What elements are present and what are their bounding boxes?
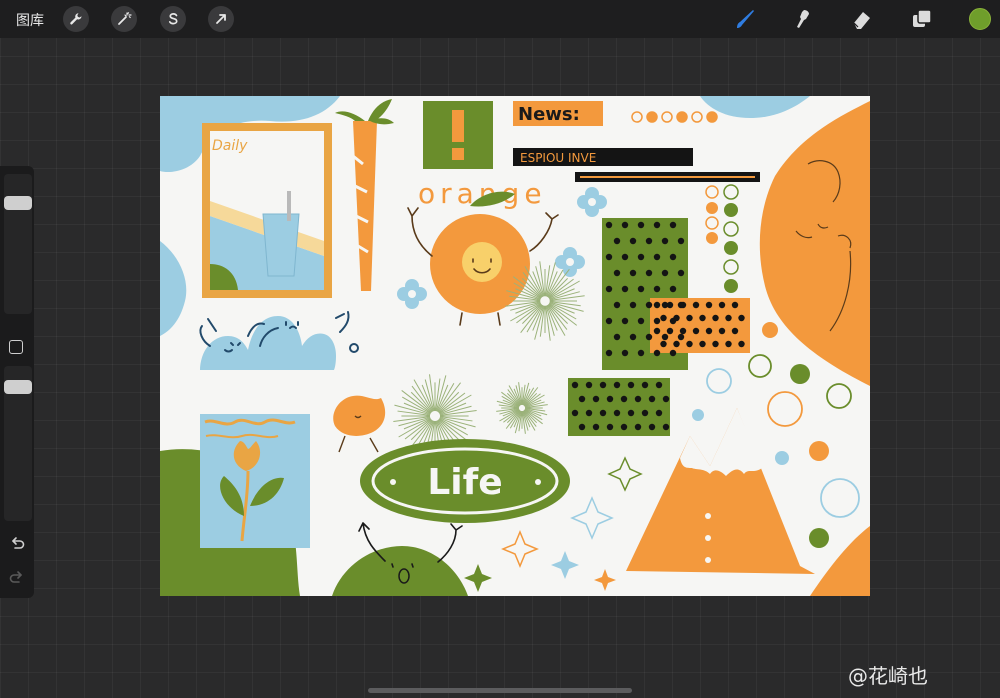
magic-wand-icon[interactable] xyxy=(111,6,137,32)
top-toolbar: 图库 xyxy=(0,0,1000,38)
orange-blob-right xyxy=(759,101,870,386)
blue-blob-left xyxy=(160,241,187,336)
carrot xyxy=(353,121,377,291)
canvas-artwork: Daily News: ESPIOU INVE orange Life xyxy=(160,96,870,596)
left-sidebar xyxy=(0,166,34,598)
watermark: @花崎也 xyxy=(848,664,928,688)
transform-arrow-icon[interactable] xyxy=(208,6,234,32)
dots-row xyxy=(631,111,718,123)
modify-square-icon[interactable] xyxy=(9,340,23,354)
selection-s-icon[interactable] xyxy=(160,6,186,32)
gallery-button[interactable]: 图库 xyxy=(16,10,44,30)
home-indicator xyxy=(368,688,632,693)
brush-size-handle[interactable] xyxy=(4,196,32,210)
drawing-canvas[interactable]: Daily News: ESPIOU INVE orange Life xyxy=(160,96,870,596)
opacity-handle[interactable] xyxy=(4,380,32,394)
color-picker-swatch[interactable] xyxy=(969,8,991,30)
orange-creature xyxy=(333,395,386,436)
circle-column xyxy=(705,184,739,293)
brush-icon[interactable] xyxy=(734,8,758,30)
wrench-icon[interactable] xyxy=(63,6,89,32)
smudge-icon[interactable] xyxy=(790,8,814,30)
blue-creatures xyxy=(199,311,359,371)
espiou-text: ESPIOU INVE xyxy=(520,151,596,165)
undo-icon[interactable] xyxy=(8,534,26,552)
layers-icon[interactable] xyxy=(910,8,934,30)
daily-text: Daily xyxy=(212,138,248,154)
tulip-poster xyxy=(200,414,310,548)
redo-icon[interactable] xyxy=(8,568,26,586)
eraser-icon[interactable] xyxy=(850,8,874,30)
news-text: News: xyxy=(518,104,580,125)
brush-size-slider[interactable] xyxy=(4,174,32,314)
life-text: Life xyxy=(427,462,502,503)
